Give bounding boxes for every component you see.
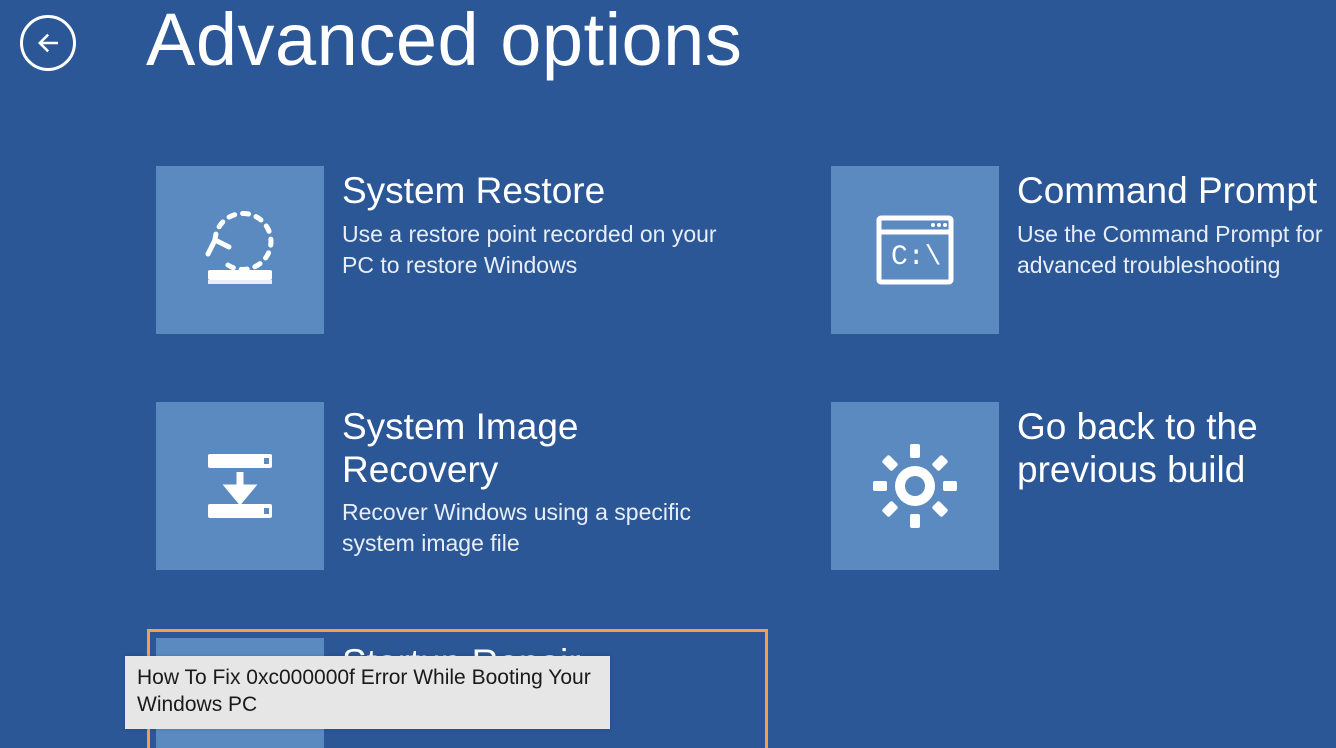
tile-desc: Use the Command Prompt for advanced trou… <box>1017 219 1336 281</box>
tile-command-prompt[interactable]: C:\ Command Prompt Use the Command Promp… <box>825 160 1336 340</box>
tile-text: System Image Recovery Recover Windows us… <box>342 402 722 559</box>
svg-text:C:\: C:\ <box>891 242 941 273</box>
system-image-recovery-icon <box>156 402 324 570</box>
gear-icon <box>831 402 999 570</box>
tile-system-image-recovery[interactable]: System Image Recovery Recover Windows us… <box>150 396 765 576</box>
command-prompt-icon: C:\ <box>831 166 999 334</box>
system-restore-icon <box>156 166 324 334</box>
tile-go-back-previous-build[interactable]: Go back to the previous build <box>825 396 1336 576</box>
tile-text: Go back to the previous build <box>1017 402 1336 497</box>
page-title: Advanced options <box>146 3 742 77</box>
caption-text: How To Fix 0xc000000f Error While Bootin… <box>137 666 591 716</box>
tile-text: Command Prompt Use the Command Prompt fo… <box>1017 166 1336 281</box>
options-grid: System Restore Use a restore point recor… <box>0 80 1336 748</box>
tile-title: Command Prompt <box>1017 170 1336 213</box>
back-button[interactable] <box>20 15 76 71</box>
back-arrow-icon <box>33 28 63 58</box>
tile-system-restore[interactable]: System Restore Use a restore point recor… <box>150 160 765 340</box>
tile-desc: Recover Windows using a specific system … <box>342 497 722 559</box>
caption-overlay: How To Fix 0xc000000f Error While Bootin… <box>125 656 610 729</box>
tile-title: System Image Recovery <box>342 406 722 491</box>
tile-desc: Use a restore point recorded on your PC … <box>342 219 722 281</box>
tile-text: System Restore Use a restore point recor… <box>342 166 722 281</box>
header: Advanced options <box>0 0 1336 80</box>
tile-title: System Restore <box>342 170 722 213</box>
tile-title: Go back to the previous build <box>1017 406 1336 491</box>
